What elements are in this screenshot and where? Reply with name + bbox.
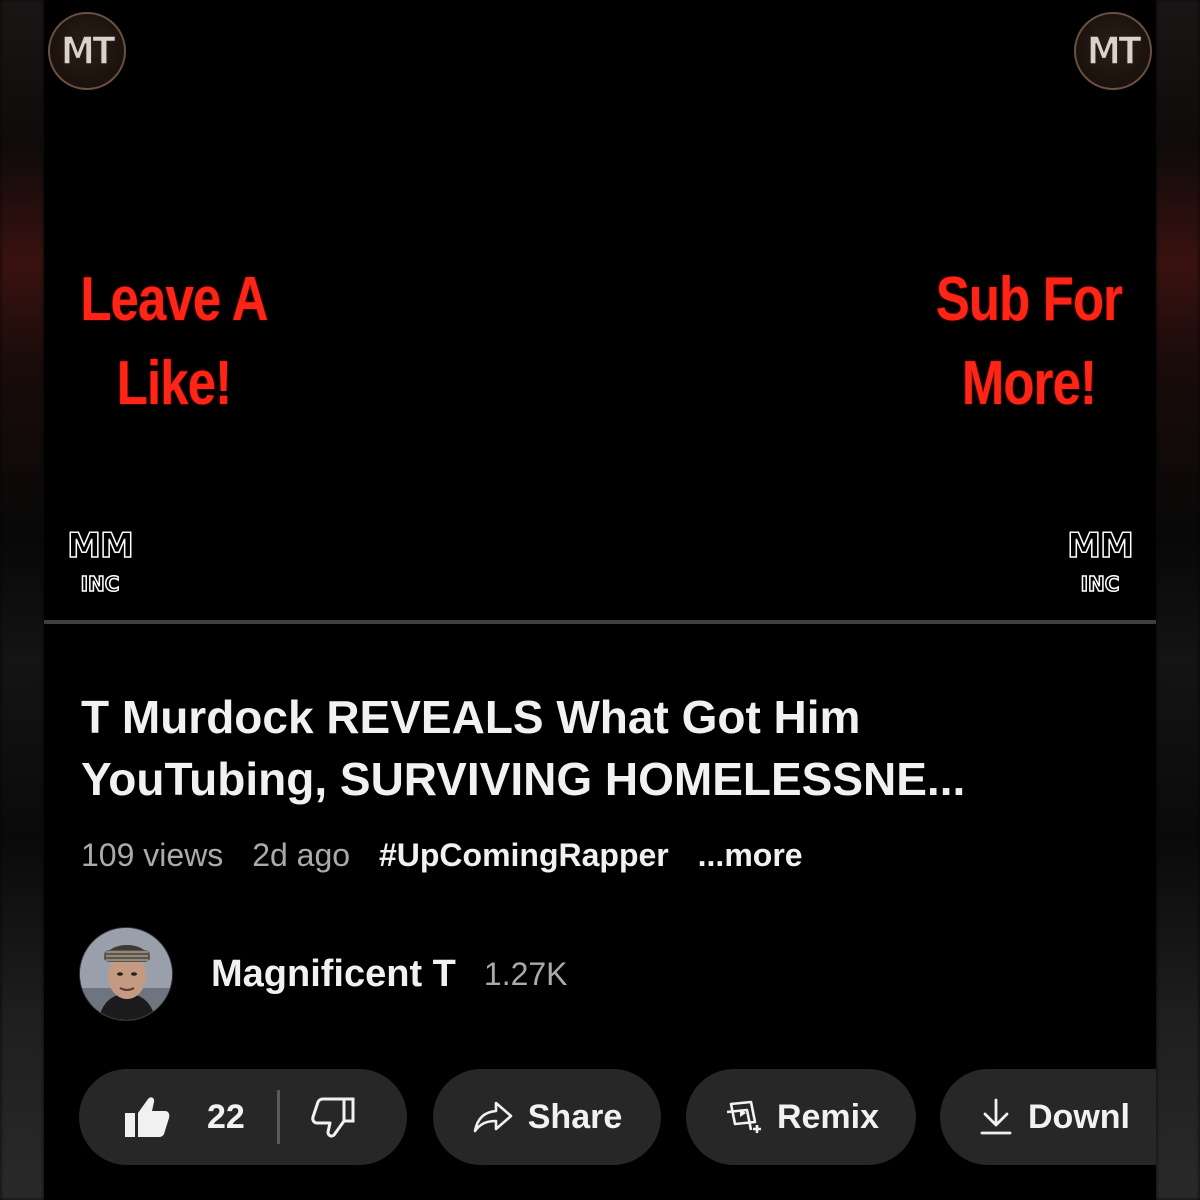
promo-left-line-2: Like! — [116, 349, 232, 418]
like-divider — [276, 1090, 280, 1144]
blurred-edge-left — [0, 0, 44, 1200]
remix-button[interactable]: Remix — [686, 1069, 916, 1165]
video-progress-bar[interactable] — [44, 620, 1156, 624]
promo-text-right: Sub For More! — [902, 258, 1156, 426]
watermark-small: INC — [80, 571, 120, 597]
remix-label: Remix — [776, 1097, 880, 1136]
video-player[interactable]: MT MT Leave A Like! Sub For More! MM INC… — [44, 0, 1156, 622]
thumbs-up-icon — [123, 1095, 171, 1139]
avatar[interactable] — [79, 927, 173, 1021]
more-button[interactable]: ...more — [698, 837, 803, 873]
channel-name[interactable]: Magnificent T — [211, 953, 456, 996]
download-button[interactable]: Downl — [940, 1069, 1156, 1165]
remix-icon — [723, 1096, 763, 1138]
share-arrow-icon — [472, 1100, 514, 1134]
video-title: T Murdock REVEALS What Got Him YouTubing… — [81, 686, 1121, 810]
mm-inc-watermark-right: MM INC — [1062, 526, 1138, 598]
promo-left-line-1: Leave A — [80, 265, 268, 334]
watermark-big: MM — [1066, 526, 1134, 566]
mt-logo-text: MT — [1086, 28, 1142, 74]
like-count: 22 — [207, 1097, 245, 1136]
like-button[interactable]: 22 — [79, 1095, 245, 1139]
mt-logo-left: MT — [48, 12, 126, 90]
mt-logo-text: MT — [60, 28, 116, 74]
upload-age: 2d ago — [252, 837, 351, 873]
phone-screen: MT MT Leave A Like! Sub For More! MM INC… — [44, 0, 1156, 1200]
share-label: Share — [527, 1097, 623, 1136]
download-icon — [978, 1097, 1014, 1137]
download-label: Downl — [1028, 1097, 1130, 1136]
promo-right-line-1: Sub For — [935, 265, 1123, 334]
video-meta[interactable]: 109 views 2d ago #UpComingRapper ...more — [81, 834, 803, 876]
watermark-small: INC — [1080, 571, 1120, 597]
action-bar: 22 Share Remix Downl — [79, 1069, 1156, 1165]
promo-text-left: Leave A Like! — [51, 258, 297, 426]
like-dislike-pill: 22 — [79, 1069, 407, 1165]
channel-row[interactable]: Magnificent T 1.27K — [79, 926, 568, 1022]
screenshot-frame: MT MT Leave A Like! Sub For More! MM INC… — [0, 0, 1200, 1200]
mt-logo-right: MT — [1074, 12, 1152, 90]
share-button[interactable]: Share — [433, 1069, 661, 1165]
mm-inc-watermark-left: MM INC — [62, 526, 138, 598]
avatar-image — [80, 928, 172, 1020]
blurred-edge-right — [1156, 0, 1200, 1200]
hashtag-link[interactable]: #UpComingRapper — [379, 837, 669, 873]
thumbs-down-icon[interactable] — [310, 1095, 356, 1139]
video-title-line-1: T Murdock REVEALS What Got Him — [81, 691, 861, 743]
subscriber-count: 1.27K — [483, 955, 568, 992]
video-title-line-2: YouTubing, SURVIVING HOMELESSNE... — [81, 753, 966, 805]
watermark-big: MM — [66, 526, 134, 566]
view-count: 109 views — [81, 837, 224, 873]
promo-right-line-2: More! — [961, 349, 1097, 418]
